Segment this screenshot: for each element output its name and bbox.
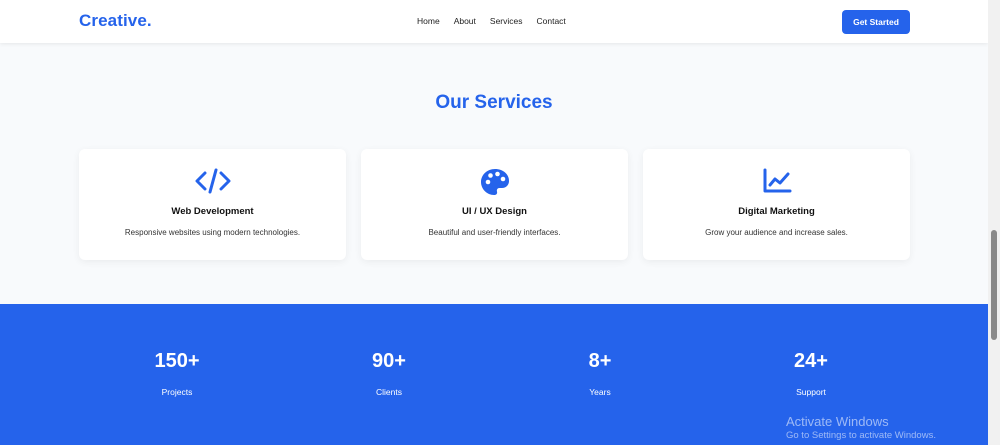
stat-label: Clients — [376, 387, 402, 397]
stat-years: 8+ Years — [540, 350, 660, 397]
activation-watermark: Activate Windows Go to Settings to activ… — [786, 414, 936, 441]
code-icon — [79, 168, 346, 194]
service-card-description: Beautiful and user-friendly interfaces. — [428, 228, 561, 237]
nav-services-link[interactable]: Services — [490, 16, 523, 26]
stat-value: 24+ — [794, 350, 828, 372]
stat-value: 150+ — [154, 350, 200, 372]
service-card-ui-ux-design[interactable]: UI / UX Design Beautiful and user-friend… — [361, 149, 628, 260]
services-title: Our Services — [435, 92, 553, 113]
nav-home-link[interactable]: Home — [417, 16, 440, 26]
palette-icon — [361, 168, 628, 195]
page-scrollbar[interactable] — [988, 0, 1000, 445]
main-nav: Home About Services Contact — [417, 16, 580, 26]
service-card-description: Grow your audience and increase sales. — [705, 228, 848, 237]
stat-projects: 150+ Projects — [117, 350, 237, 397]
site-header: Creative. Home About Services Contact Ge… — [0, 0, 988, 43]
watermark-title: Activate Windows — [786, 414, 889, 429]
stat-value: 8+ — [588, 350, 612, 372]
service-card-title: UI / UX Design — [462, 206, 527, 217]
stat-label: Support — [796, 387, 826, 397]
stat-support: 24+ Support — [751, 350, 871, 397]
nav-contact-link[interactable]: Contact — [537, 16, 566, 26]
chart-line-icon — [643, 168, 910, 194]
service-card-description: Responsive websites using modern technol… — [124, 228, 301, 237]
nav-about-link[interactable]: About — [454, 16, 476, 26]
stat-clients: 90+ Clients — [329, 350, 449, 397]
scrollbar-thumb[interactable] — [991, 230, 997, 340]
watermark-subtitle: Go to Settings to activate Windows. — [786, 430, 936, 441]
service-card-digital-marketing[interactable]: Digital Marketing Grow your audience and… — [643, 149, 910, 260]
stat-label: Projects — [161, 387, 193, 397]
service-card-title: Web Development — [171, 206, 254, 217]
service-card-title: Digital Marketing — [738, 206, 815, 217]
site-logo[interactable]: Creative. — [79, 11, 152, 31]
service-card-web-development[interactable]: Web Development Responsive websites usin… — [79, 149, 346, 260]
stat-value: 90+ — [372, 350, 406, 372]
page: Creative. Home About Services Contact Ge… — [0, 0, 1000, 445]
services-section: Our Services Web Development Responsive … — [0, 43, 988, 304]
stat-label: Years — [589, 387, 611, 397]
get-started-button[interactable]: Get Started — [842, 10, 910, 34]
